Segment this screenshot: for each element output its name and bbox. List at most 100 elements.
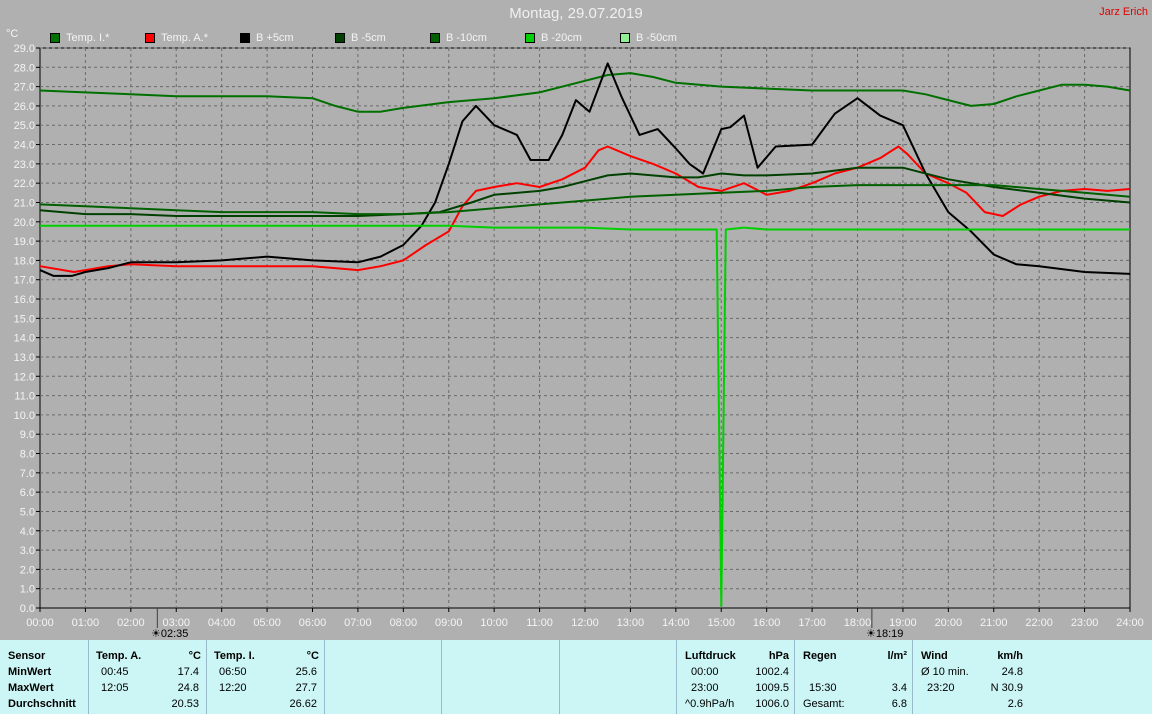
x-tick-label: 21:00 xyxy=(980,617,1008,629)
y-tick-label: 5.0 xyxy=(20,506,35,518)
avg-label: Durchschnitt xyxy=(8,698,76,710)
y-tick-label: 24.0 xyxy=(14,140,35,152)
y-tick-label: 25.0 xyxy=(14,120,35,132)
y-tick-label: 23.0 xyxy=(14,159,35,171)
temp-a-min-value: 17.4 xyxy=(177,666,199,678)
legend-label: Temp. A.* xyxy=(161,32,209,44)
y-tick-label: 11.0 xyxy=(14,391,35,403)
legend-label: B -10cm xyxy=(446,32,487,44)
chart-title: Montag, 29.07.2019 xyxy=(509,5,643,22)
y-tick-label: 13.0 xyxy=(14,352,35,364)
empty-column-3 xyxy=(559,640,677,714)
rain-max-value: 3.4 xyxy=(891,682,907,694)
legend-item: Temp. I.* xyxy=(50,31,109,45)
wind-mean-value: 2.6 xyxy=(1007,698,1023,710)
legend-swatch xyxy=(335,33,345,43)
y-tick-label: 3.0 xyxy=(20,545,35,557)
y-tick-label: 8.0 xyxy=(20,449,35,461)
y-tick-label: 9.0 xyxy=(20,429,35,441)
y-tick-label: 17.0 xyxy=(14,275,35,287)
wind-avg-value: 24.8 xyxy=(1001,666,1023,678)
rain-unit: l/m² xyxy=(887,650,907,662)
sunset-marker: ☀18:19 xyxy=(866,628,904,640)
rain-total-label: Gesamt: xyxy=(803,698,845,710)
legend-item: B -20cm xyxy=(525,31,582,45)
max-label: MaxWert xyxy=(8,682,54,694)
legend-swatch xyxy=(430,33,440,43)
legend-swatch xyxy=(50,33,60,43)
temp-a-avg-value: 20.53 xyxy=(171,698,199,710)
x-tick-label: 14:00 xyxy=(662,617,690,629)
y-tick-label: 4.0 xyxy=(20,526,35,538)
x-tick-label: 16:00 xyxy=(753,617,781,629)
rain-column: Regen l/m² 15:30 3.4 Gesamt: 6.8 xyxy=(794,640,913,714)
legend-item: B +5cm xyxy=(240,31,294,45)
wind-column: Wind km/h Ø 10 min. 24.8 23:20 N 30.9 2.… xyxy=(912,640,1031,714)
y-tick-label: 2.0 xyxy=(20,564,35,576)
wind-avg-label: Ø 10 min. xyxy=(921,666,969,678)
temp-i-max-value: 27.7 xyxy=(295,682,317,694)
temp-a-max-time: 12:05 xyxy=(101,682,129,694)
chart: 0.0 1.0 2.0 3.0 4.0 5.0 6.0 7.0 8.0 9.0 10.0 11.0 12… xyxy=(6,28,1144,629)
legend-label: Temp. I.* xyxy=(66,32,110,44)
x-tick-label: 24:00 xyxy=(1116,617,1144,629)
y-tick-label: 20.0 xyxy=(14,217,35,229)
y-tick-label: 22.0 xyxy=(14,178,35,190)
x-tick-label: 09:00 xyxy=(435,617,463,629)
sunrise-time: 02:35 xyxy=(160,628,189,640)
x-tick-label: 01:00 xyxy=(72,617,100,629)
legend-swatch xyxy=(525,33,535,43)
x-tick-label: 00:00 xyxy=(26,617,54,629)
author-label: Jarz Erich xyxy=(1099,6,1148,18)
y-tick-label: 10.0 xyxy=(14,410,35,422)
min-label: MinWert xyxy=(8,666,52,678)
pressure-trend: ^0.9hPa/h xyxy=(685,698,735,710)
pressure-unit: hPa xyxy=(768,650,789,662)
legend-label: B -5cm xyxy=(351,32,386,44)
x-tick-label: 12:00 xyxy=(571,617,599,629)
rain-max-time: 15:30 xyxy=(809,682,837,694)
legend-swatch xyxy=(240,33,250,43)
y-tick-label: 15.0 xyxy=(14,313,35,325)
y-tick-label: 1.0 xyxy=(20,584,35,596)
x-tick-label: 04:00 xyxy=(208,617,236,629)
y-tick-label: 26.0 xyxy=(14,101,35,113)
legend-swatch xyxy=(145,33,155,43)
x-tick-label: 06:00 xyxy=(299,617,327,629)
x-tick-label: 23:00 xyxy=(1071,617,1099,629)
y-tick-label: 21.0 xyxy=(14,197,35,209)
temp-a-header: Temp. A. xyxy=(96,650,142,662)
temp-a-max-value: 24.8 xyxy=(177,682,199,694)
wind-max-time: 23:20 xyxy=(927,682,955,694)
legend-item: B -5cm xyxy=(335,31,386,45)
y-tick-label: 7.0 xyxy=(20,468,35,480)
pressure-min-time: 00:00 xyxy=(691,666,719,678)
legend-swatch xyxy=(620,33,630,43)
x-tick-label: 11:00 xyxy=(526,617,553,629)
x-tick-label: 15:00 xyxy=(707,617,735,629)
temp-a-column: Temp. A. °C 00:45 17.4 12:05 24.8 20.53 xyxy=(88,640,207,714)
y-tick-label: 29.0 xyxy=(14,43,35,55)
y-tick-label: 28.0 xyxy=(14,62,35,74)
sunset-time: 18:19 xyxy=(875,628,904,640)
sunrise-marker: ☀02:35 xyxy=(151,628,189,640)
wind-unit: km/h xyxy=(997,650,1023,662)
legend-label: B -50cm xyxy=(636,32,677,44)
temp-i-min-time: 06:50 xyxy=(219,666,247,678)
y-tick-label: 6.0 xyxy=(20,487,35,499)
legend-item: B -50cm xyxy=(620,31,677,45)
temp-i-min-value: 25.6 xyxy=(295,666,317,678)
temp-i-column: Temp. I. °C 06:50 25.6 12:20 27.7 26.62 xyxy=(206,640,325,714)
temp-i-unit: °C xyxy=(306,650,319,662)
legend-item: Temp. A.* xyxy=(145,31,208,45)
pressure-avg-value: 1006.0 xyxy=(755,698,789,710)
wind-header: Wind xyxy=(921,650,948,662)
legend-label: B -20cm xyxy=(541,32,582,44)
x-tick-label: 22:00 xyxy=(1025,617,1053,629)
pressure-max-value: 1009.5 xyxy=(755,682,789,694)
empty-column-2 xyxy=(441,640,560,714)
pressure-min-value: 1002.4 xyxy=(755,666,789,678)
legend-label: B +5cm xyxy=(256,32,294,44)
y-unit-label: °C xyxy=(6,28,18,40)
y-tick-label: 19.0 xyxy=(14,236,35,248)
